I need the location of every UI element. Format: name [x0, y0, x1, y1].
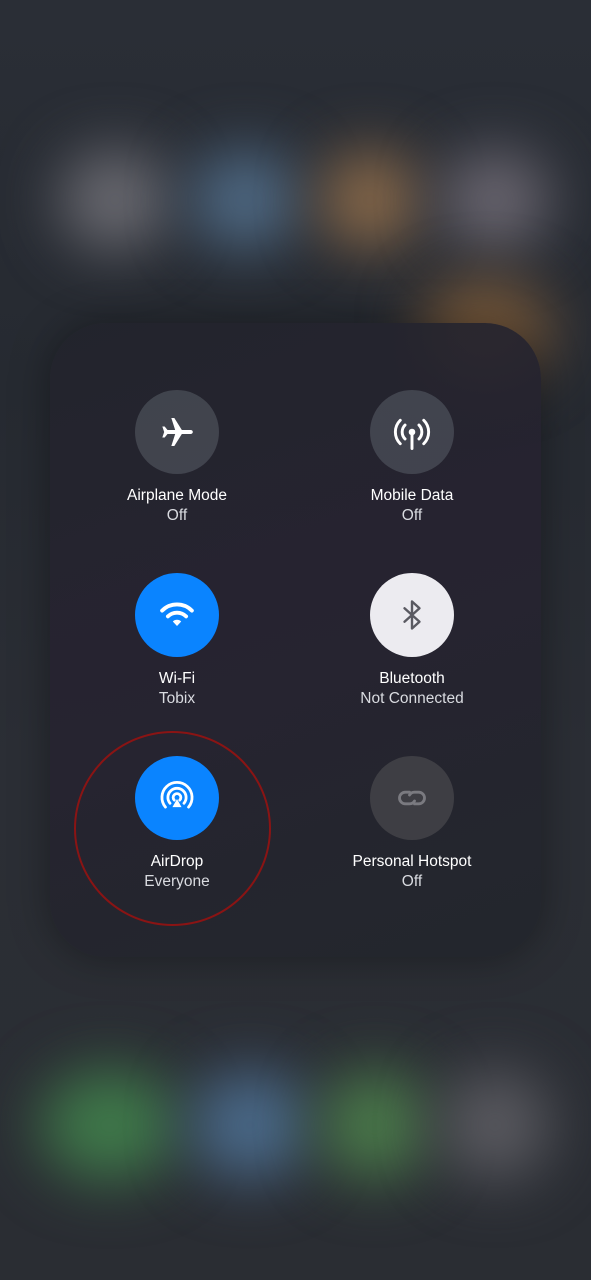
- bluetooth-tile[interactable]: Bluetooth Not Connected: [297, 573, 527, 709]
- bluetooth-icon: [403, 600, 421, 630]
- wifi-button[interactable]: [135, 573, 219, 657]
- airplane-mode-label: Airplane Mode: [127, 487, 227, 504]
- antenna-icon: [393, 418, 431, 450]
- blurred-app-icon: [60, 150, 170, 250]
- mobile-data-label: Mobile Data: [370, 487, 454, 504]
- airplane-icon: [162, 418, 193, 446]
- mobile-data-tile[interactable]: Mobile Data Off: [297, 390, 527, 526]
- personal-hotspot-button[interactable]: [370, 756, 454, 840]
- blurred-dock-icon: [320, 1070, 430, 1180]
- airplane-mode-button[interactable]: [135, 390, 219, 474]
- blurred-app-icon: [190, 150, 300, 250]
- blurred-dock-icon: [440, 1070, 550, 1180]
- bluetooth-button[interactable]: [370, 573, 454, 657]
- airplane-mode-tile[interactable]: Airplane Mode Off: [62, 390, 292, 526]
- blurred-app-icon: [440, 150, 550, 250]
- wifi-network-name: Tobix: [158, 690, 196, 707]
- mobile-data-status: Off: [401, 507, 423, 524]
- link-icon: [398, 790, 426, 806]
- personal-hotspot-label: Personal Hotspot: [352, 853, 472, 870]
- wifi-tile[interactable]: Wi-Fi Tobix: [62, 573, 292, 709]
- wifi-icon: [160, 602, 194, 627]
- blurred-app-icon: [320, 150, 420, 250]
- airdrop-highlight-circle: [74, 731, 271, 926]
- mobile-data-button[interactable]: [370, 390, 454, 474]
- blurred-dock-icon: [40, 1070, 180, 1180]
- wifi-label: Wi-Fi: [158, 670, 196, 687]
- personal-hotspot-tile[interactable]: Personal Hotspot Off: [297, 756, 527, 892]
- personal-hotspot-status: Off: [401, 873, 423, 890]
- airplane-mode-status: Off: [166, 507, 188, 524]
- blurred-dock-icon: [190, 1070, 310, 1180]
- bluetooth-status: Not Connected: [360, 690, 464, 707]
- bluetooth-label: Bluetooth: [379, 670, 445, 687]
